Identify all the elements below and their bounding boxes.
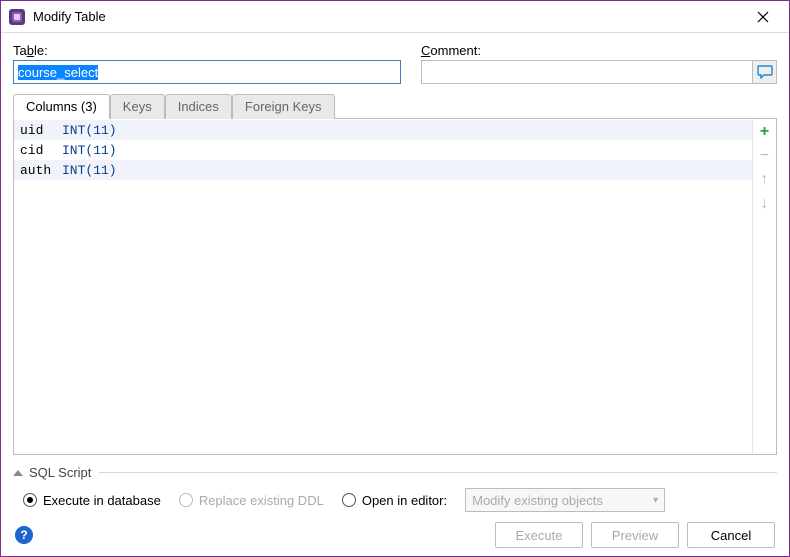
column-row[interactable]: uid INT(11) <box>14 120 752 140</box>
titlebar: Modify Table <box>1 1 789 33</box>
help-button[interactable]: ? <box>15 526 33 544</box>
app-icon <box>9 9 25 25</box>
chevron-down-icon: ▾ <box>653 495 658 506</box>
table-field: Table: course_select <box>13 43 401 84</box>
tabs: Columns (3) Keys Indices Foreign Keys <box>13 94 777 119</box>
columns-list[interactable]: uid INT(11) cid INT(11) auth INT(11) <box>14 119 752 454</box>
radio-icon <box>23 493 37 507</box>
radio-icon <box>342 493 356 507</box>
remove-column-button[interactable]: − <box>754 145 776 167</box>
comment-input[interactable] <box>421 60 753 84</box>
comment-label: Comment: <box>421 43 777 58</box>
comment-expand-button[interactable] <box>753 60 777 84</box>
columns-toolbar: + − ↑ ↓ <box>752 119 776 454</box>
columns-area: uid INT(11) cid INT(11) auth INT(11) + −… <box>13 119 777 455</box>
radio-open-in-editor[interactable]: Open in editor: <box>342 493 447 508</box>
collapse-triangle-icon <box>13 470 23 476</box>
divider <box>99 472 777 473</box>
table-label: Table: <box>13 43 401 58</box>
radio-execute-in-database[interactable]: Execute in database <box>23 493 161 508</box>
tab-foreign-keys[interactable]: Foreign Keys <box>232 94 335 119</box>
close-button[interactable] <box>745 1 781 32</box>
editor-target-combo[interactable]: Modify existing objects ▾ <box>465 488 665 512</box>
column-row[interactable]: cid INT(11) <box>14 140 752 160</box>
sql-script-label: SQL Script <box>29 465 91 480</box>
content: Table: course_select Comment: Columns (3… <box>1 33 789 556</box>
move-down-button[interactable]: ↓ <box>754 193 776 215</box>
execute-button[interactable]: Execute <box>495 522 583 548</box>
cancel-button[interactable]: Cancel <box>687 522 775 548</box>
sql-script-header[interactable]: SQL Script <box>13 465 777 480</box>
tab-keys[interactable]: Keys <box>110 94 165 119</box>
column-row[interactable]: auth INT(11) <box>14 160 752 180</box>
script-options-row: Execute in database Replace existing DDL… <box>13 480 777 516</box>
field-row: Table: course_select Comment: <box>13 43 777 84</box>
dialog-footer: ? Execute Preview Cancel <box>13 516 777 550</box>
radio-replace-existing-ddl: Replace existing DDL <box>179 493 324 508</box>
preview-button[interactable]: Preview <box>591 522 679 548</box>
tab-columns[interactable]: Columns (3) <box>13 94 110 119</box>
modify-table-dialog: Modify Table Table: course_select Commen… <box>0 0 790 557</box>
radio-icon <box>179 493 193 507</box>
comment-field: Comment: <box>421 43 777 84</box>
move-up-button[interactable]: ↑ <box>754 169 776 191</box>
window-title: Modify Table <box>33 9 745 24</box>
add-column-button[interactable]: + <box>754 121 776 143</box>
table-name-input[interactable]: course_select <box>13 60 401 84</box>
tab-indices[interactable]: Indices <box>165 94 232 119</box>
